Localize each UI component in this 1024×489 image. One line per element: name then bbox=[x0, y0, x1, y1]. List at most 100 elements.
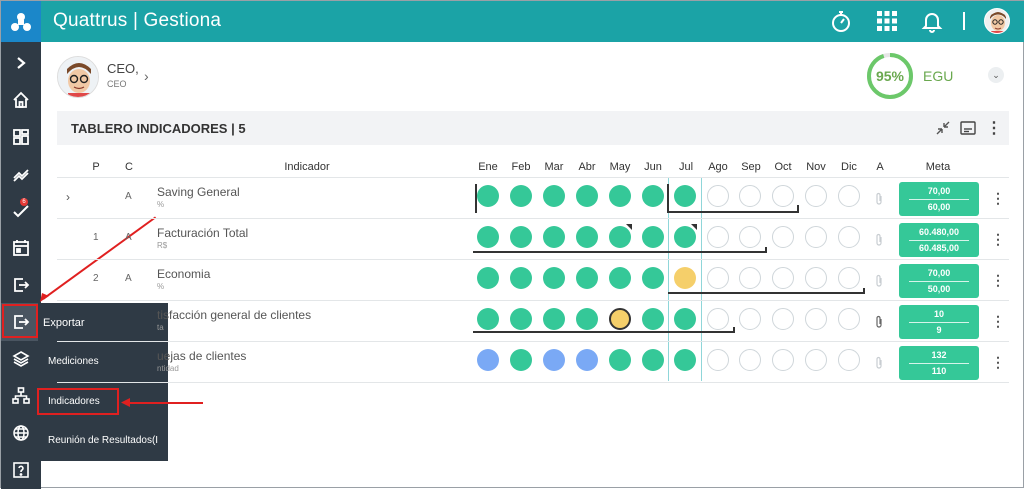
meta-badge[interactable]: 60.480,00 60.485,00 bbox=[899, 223, 979, 257]
indicator-name[interactable]: Saving General bbox=[157, 185, 240, 199]
indicator-name[interactable]: tisfacción general de clientes bbox=[157, 308, 311, 322]
month-status-dot[interactable] bbox=[576, 349, 598, 371]
row-menu-icon[interactable]: ⋮ bbox=[991, 272, 1005, 289]
meta-badge[interactable]: 10 9 bbox=[899, 305, 979, 339]
month-status-dot[interactable] bbox=[739, 226, 761, 248]
meta-badge[interactable]: 70,00 50,00 bbox=[899, 264, 979, 298]
month-status-dot[interactable] bbox=[609, 185, 631, 207]
month-status-dot[interactable] bbox=[674, 349, 696, 371]
month-status-dot[interactable] bbox=[805, 349, 827, 371]
month-status-dot[interactable] bbox=[510, 185, 532, 207]
month-status-dot[interactable] bbox=[477, 308, 499, 330]
paperclip-icon[interactable] bbox=[875, 315, 883, 331]
month-status-dot[interactable] bbox=[609, 308, 631, 330]
month-status-dot[interactable] bbox=[510, 226, 532, 248]
row-menu-icon[interactable]: ⋮ bbox=[991, 190, 1005, 207]
month-status-dot[interactable] bbox=[707, 267, 729, 289]
month-status-dot[interactable] bbox=[642, 185, 664, 207]
meta-badge[interactable]: 132 110 bbox=[899, 346, 979, 380]
month-status-dot[interactable] bbox=[642, 267, 664, 289]
month-status-dot[interactable] bbox=[477, 267, 499, 289]
paperclip-icon[interactable] bbox=[875, 192, 883, 208]
month-status-dot[interactable] bbox=[576, 226, 598, 248]
month-status-dot[interactable] bbox=[772, 267, 794, 289]
paperclip-icon[interactable] bbox=[875, 233, 883, 249]
month-status-dot[interactable] bbox=[543, 349, 565, 371]
month-status-dot[interactable] bbox=[838, 185, 860, 207]
month-status-dot[interactable] bbox=[543, 308, 565, 330]
month-status-dot[interactable] bbox=[707, 308, 729, 330]
home-icon[interactable] bbox=[1, 81, 41, 119]
avatar[interactable] bbox=[984, 8, 1010, 34]
month-status-dot[interactable] bbox=[543, 267, 565, 289]
month-status-dot[interactable] bbox=[543, 185, 565, 207]
month-status-dot[interactable] bbox=[805, 185, 827, 207]
month-status-dot[interactable] bbox=[772, 308, 794, 330]
paperclip-icon[interactable] bbox=[875, 356, 883, 372]
org-chart-icon[interactable] bbox=[1, 377, 41, 415]
compress-icon[interactable] bbox=[934, 119, 952, 137]
table-row[interactable]: › A Saving General% 70,00 60,00 ⋮ bbox=[57, 178, 1009, 219]
trend-icon[interactable] bbox=[1, 155, 41, 193]
month-status-dot[interactable] bbox=[772, 185, 794, 207]
month-status-dot[interactable] bbox=[805, 267, 827, 289]
tasks-icon[interactable]: 6 bbox=[1, 192, 41, 230]
month-status-dot[interactable] bbox=[543, 226, 565, 248]
month-status-dot[interactable] bbox=[707, 349, 729, 371]
month-status-dot[interactable] bbox=[772, 349, 794, 371]
subtitles-icon[interactable] bbox=[959, 119, 977, 137]
month-status-dot[interactable] bbox=[674, 267, 696, 289]
quattrus-logo-icon[interactable] bbox=[1, 1, 41, 42]
table-row[interactable]: 2 A Economia% 70,00 50,00 ⋮ bbox=[57, 260, 1009, 301]
table-row[interactable]: uejas de clientes ntidad 132 110 ⋮ bbox=[57, 342, 1009, 383]
table-row[interactable]: 1 A Facturación Total R$ 60.480,00 60.485,00 ⋮ bbox=[57, 219, 1009, 260]
month-status-dot[interactable] bbox=[739, 185, 761, 207]
month-status-dot[interactable] bbox=[707, 185, 729, 207]
globe-icon[interactable] bbox=[1, 414, 41, 452]
month-status-dot[interactable] bbox=[739, 349, 761, 371]
stopwatch-icon[interactable] bbox=[827, 7, 855, 35]
month-status-dot[interactable] bbox=[805, 308, 827, 330]
month-status-dot[interactable] bbox=[838, 226, 860, 248]
paperclip-icon[interactable] bbox=[875, 274, 883, 290]
table-row[interactable]: tisfacción general de clientes ta 10 9 ⋮ bbox=[57, 301, 1009, 342]
month-status-dot[interactable] bbox=[510, 308, 532, 330]
grid-icon[interactable] bbox=[873, 7, 901, 35]
help-icon[interactable] bbox=[1, 451, 41, 489]
chevron-down-icon[interactable]: ⌄ bbox=[988, 67, 1004, 83]
month-status-dot[interactable] bbox=[477, 349, 499, 371]
indicator-name[interactable]: Facturación Total bbox=[157, 226, 248, 240]
month-status-dot[interactable] bbox=[739, 308, 761, 330]
month-status-dot[interactable] bbox=[576, 185, 598, 207]
month-status-dot[interactable] bbox=[707, 226, 729, 248]
user-avatar[interactable] bbox=[57, 56, 99, 98]
month-status-dot[interactable] bbox=[477, 185, 499, 207]
month-status-dot[interactable] bbox=[642, 349, 664, 371]
month-status-dot[interactable] bbox=[609, 267, 631, 289]
month-status-dot[interactable] bbox=[838, 267, 860, 289]
indicator-name[interactable]: Economia bbox=[157, 267, 210, 281]
bell-icon[interactable] bbox=[918, 7, 946, 35]
meta-badge[interactable]: 70,00 60,00 bbox=[899, 182, 979, 216]
month-status-dot[interactable] bbox=[510, 267, 532, 289]
month-status-dot[interactable] bbox=[609, 349, 631, 371]
month-status-dot[interactable] bbox=[477, 226, 499, 248]
menu-item-reunion-resultados[interactable]: Reunión de Resultados(I bbox=[48, 435, 158, 446]
month-status-dot[interactable] bbox=[838, 349, 860, 371]
row-menu-icon[interactable]: ⋮ bbox=[991, 313, 1005, 330]
kebab-menu-icon[interactable]: ⋮ bbox=[985, 119, 1003, 137]
month-status-dot[interactable] bbox=[772, 226, 794, 248]
calendar-icon[interactable] bbox=[1, 229, 41, 267]
month-status-dot[interactable] bbox=[642, 226, 664, 248]
month-status-dot[interactable] bbox=[576, 267, 598, 289]
import-icon[interactable] bbox=[1, 266, 41, 304]
row-menu-icon[interactable]: ⋮ bbox=[991, 354, 1005, 371]
month-status-dot[interactable] bbox=[805, 226, 827, 248]
dashboard-icon[interactable] bbox=[1, 118, 41, 156]
month-status-dot[interactable] bbox=[674, 308, 696, 330]
row-menu-icon[interactable]: ⋮ bbox=[991, 231, 1005, 248]
month-status-dot[interactable] bbox=[739, 267, 761, 289]
month-status-dot[interactable] bbox=[838, 308, 860, 330]
month-status-dot[interactable] bbox=[576, 308, 598, 330]
layers-icon[interactable] bbox=[1, 340, 41, 378]
